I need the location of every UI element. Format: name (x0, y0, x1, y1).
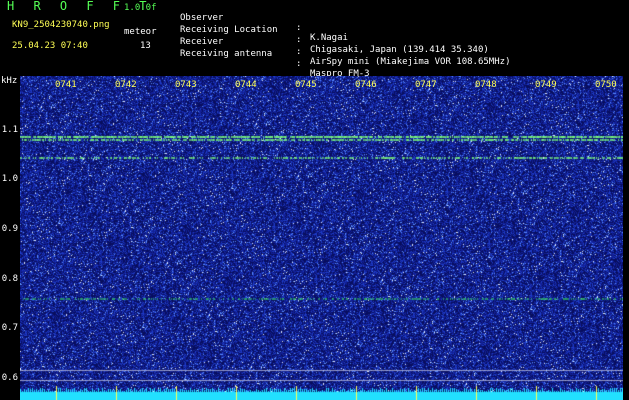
info-row-observer: Observer : K.Nagai (180, 3, 348, 43)
info-separator: : (296, 47, 302, 57)
x-tick-label: 0750 (595, 80, 617, 90)
info-value: K.Nagai (310, 33, 348, 43)
version-label: 1.0.0f (124, 3, 157, 13)
meteor-label: meteor (124, 27, 157, 37)
x-tick-label: 0747 (415, 80, 437, 90)
info-separator: : (296, 59, 302, 69)
x-tick-label: 0746 (355, 80, 377, 90)
x-tick-label: 0748 (475, 80, 497, 90)
info-separator: : (296, 23, 302, 33)
y-tick-label: 0.9 (1, 224, 18, 234)
spectrogram-plot (20, 76, 623, 400)
frequency-unit-label: kHz (1, 76, 18, 86)
datetime: 25.04.23 07:40 (12, 41, 88, 51)
y-tick-label: 0.6 (1, 373, 18, 383)
info-row-receiver: Receiver : AirSpy mini (Miakejima VOR 10… (180, 27, 510, 67)
x-tick-label: 0744 (235, 80, 257, 90)
info-separator: : (296, 35, 302, 45)
header-panel: H R O F F T 1.0.0f KN9_2504230740.png me… (0, 0, 629, 79)
info-row-location: Receiving Location : Chigasaki, Japan (1… (180, 15, 489, 55)
y-tick-label: 0.8 (1, 274, 18, 284)
info-value: Chigasaki, Japan (139.414 35.340) (310, 45, 489, 55)
x-tick-label: 0742 (115, 80, 137, 90)
info-row-antenna: Receiving antenna : Maspro FM-3 (180, 39, 370, 79)
x-tick-label: 0741 (55, 80, 77, 90)
meteor-count: 13 (140, 41, 151, 51)
x-tick-label: 0743 (175, 80, 197, 90)
info-label: Receiving antenna (180, 49, 273, 59)
spectrogram-canvas (20, 76, 623, 400)
y-tick-label: 1.0 (1, 174, 18, 184)
info-value: AirSpy mini (Miakejima VOR 108.65MHz) (310, 57, 511, 67)
filename: KN9_2504230740.png (12, 20, 110, 30)
y-tick-label: 1.1 (1, 125, 18, 135)
y-tick-label: 0.7 (1, 323, 18, 333)
x-tick-label: 0745 (295, 80, 317, 90)
x-tick-label: 0749 (535, 80, 557, 90)
